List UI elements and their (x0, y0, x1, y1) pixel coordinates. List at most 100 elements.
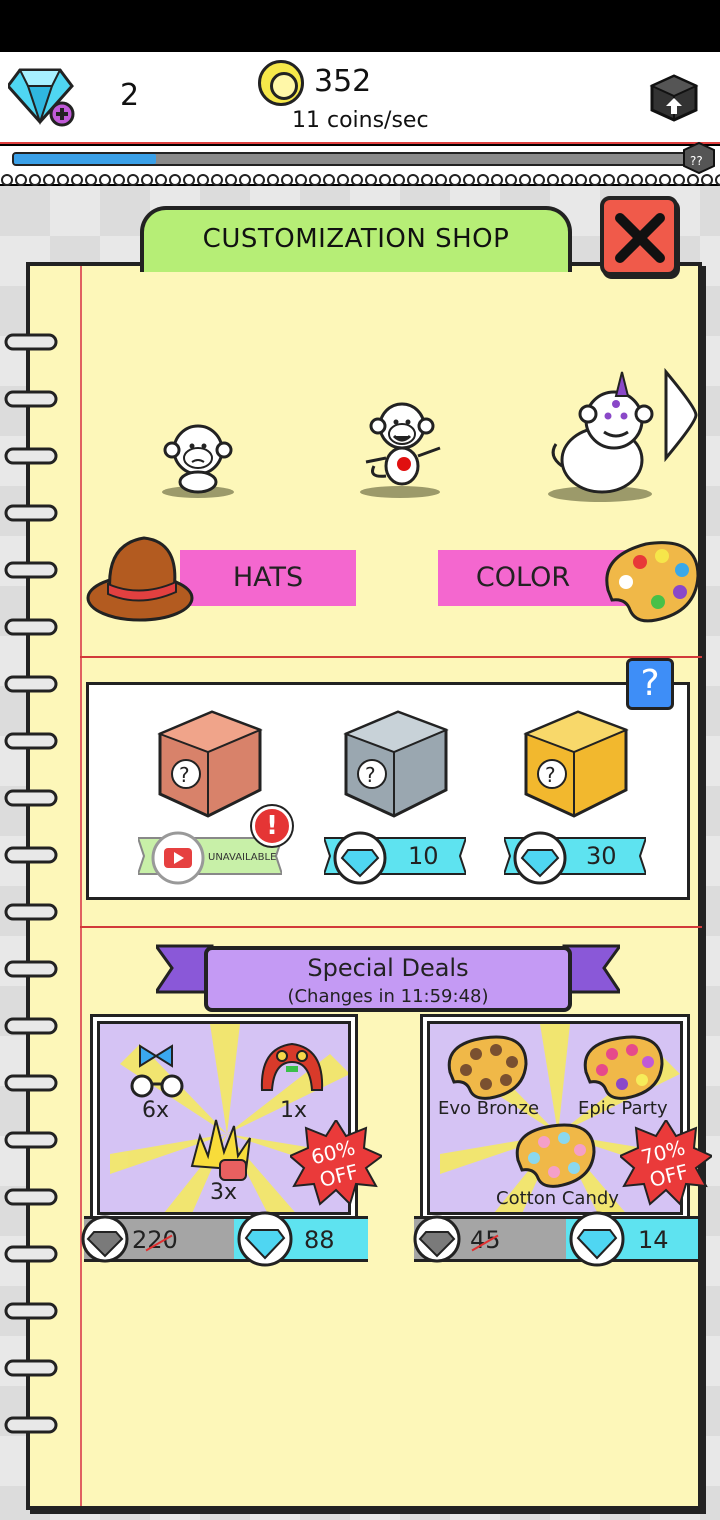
scallop (505, 174, 517, 186)
special-deals-ribbon: Special Deals (Changes in 11:59:48) (204, 946, 572, 1012)
binding-ring (4, 504, 58, 522)
scallop (379, 174, 391, 186)
coin-count: 352 (314, 64, 372, 99)
monkey-adult-preview (360, 402, 441, 498)
grey-gem-icon (81, 1215, 129, 1263)
gem-icon (333, 831, 387, 885)
scallop (29, 174, 41, 186)
bow-glasses-icon (130, 1044, 184, 1098)
binding-ring (4, 732, 58, 750)
palette-icon (605, 541, 700, 623)
gem-icon (569, 1211, 625, 1267)
palette-icon (447, 1035, 528, 1100)
gold-crate[interactable]: ? (522, 708, 630, 820)
coin-icon (258, 60, 304, 106)
new-price: 88 (304, 1226, 335, 1254)
scallop (323, 174, 335, 186)
scallop (449, 174, 461, 186)
palette-icon (515, 1123, 596, 1188)
scallop (309, 174, 321, 186)
color-label: COLOR (475, 562, 571, 593)
scallop (603, 174, 615, 186)
evolution-progress-bar (12, 152, 692, 166)
binding-ring (4, 561, 58, 579)
svg-text:??: ?? (690, 154, 703, 168)
palette-name: Evo Bronze (438, 1098, 540, 1119)
svg-text:?: ? (179, 763, 190, 787)
crate-upgrade-icon (649, 74, 699, 122)
monkey-baby-preview (162, 424, 234, 498)
silver-crate-price: 10 (408, 842, 439, 870)
scallop (1, 174, 13, 186)
hats-label: HATS (232, 562, 304, 593)
deal-item-qty: 6x (142, 1098, 170, 1123)
shop-title: CUSTOMIZATION SHOP (202, 224, 510, 254)
binding-ring (4, 789, 58, 807)
scallop (687, 174, 699, 186)
scallop (267, 174, 279, 186)
scallop (99, 174, 111, 186)
scallop (365, 174, 377, 186)
scallop (253, 174, 265, 186)
scallop (85, 174, 97, 186)
status-bar (0, 0, 720, 52)
coin-rate: 11 coins/sec (292, 108, 429, 133)
golden-hair-icon (190, 1119, 251, 1181)
scallop (645, 174, 657, 186)
gold-crate-price: 30 (586, 842, 617, 870)
scallop (57, 174, 69, 186)
upgrade-crate-button[interactable] (648, 70, 700, 122)
binding-ring (4, 1074, 58, 1092)
close-button[interactable] (600, 196, 678, 276)
binding-ring (4, 1131, 58, 1149)
old-price: 220 (132, 1226, 178, 1254)
gem-count: 2 (120, 78, 140, 113)
scallop (477, 174, 489, 186)
lion-dance-hat-icon (260, 1042, 324, 1091)
gem-icon (513, 831, 567, 885)
binding-ring (4, 618, 58, 636)
hat-icon (86, 536, 194, 622)
top-bar: 2 352 11 coins/sec (0, 52, 720, 144)
binding-ring (4, 903, 58, 921)
scallop (491, 174, 503, 186)
silver-crate[interactable]: ? (342, 708, 450, 820)
scallop (617, 174, 629, 186)
binding-ring (4, 1017, 58, 1035)
scallop (169, 174, 181, 186)
grey-gem-icon (413, 1215, 461, 1263)
monkey-evolved-preview (548, 371, 654, 502)
spiral-binding (4, 333, 58, 1434)
scallop (155, 174, 167, 186)
palette-name: Epic Party (578, 1098, 668, 1119)
bronze-crate[interactable]: ? (156, 708, 264, 820)
divider-2 (80, 926, 702, 928)
scallop (183, 174, 195, 186)
video-ad-icon (151, 831, 205, 885)
scallop (533, 174, 545, 186)
mystery-box-button[interactable]: ?? (682, 140, 716, 175)
scallop (715, 174, 720, 186)
add-gems-button[interactable] (6, 64, 78, 128)
mystery-box-icon: ?? (683, 141, 715, 175)
scallop (281, 174, 293, 186)
palette-name: Cotton Candy (496, 1188, 619, 1209)
palette-icon (583, 1035, 664, 1100)
progress-fill (14, 154, 156, 164)
divider-1 (80, 656, 702, 658)
hats-button[interactable]: HATS (180, 550, 356, 606)
crate-help-button[interactable]: ? (626, 658, 674, 710)
scallop (197, 174, 209, 186)
scallop (337, 174, 349, 186)
scallop (631, 174, 643, 186)
close-icon (615, 213, 665, 263)
binding-ring (4, 447, 58, 465)
next-arrow-button[interactable] (662, 368, 698, 462)
binding-ring (4, 1188, 58, 1206)
margin-line (80, 266, 82, 1506)
scallop (127, 174, 139, 186)
scallop (547, 174, 559, 186)
scallop (575, 174, 587, 186)
binding-ring (4, 1416, 58, 1434)
binding-ring (4, 1359, 58, 1377)
